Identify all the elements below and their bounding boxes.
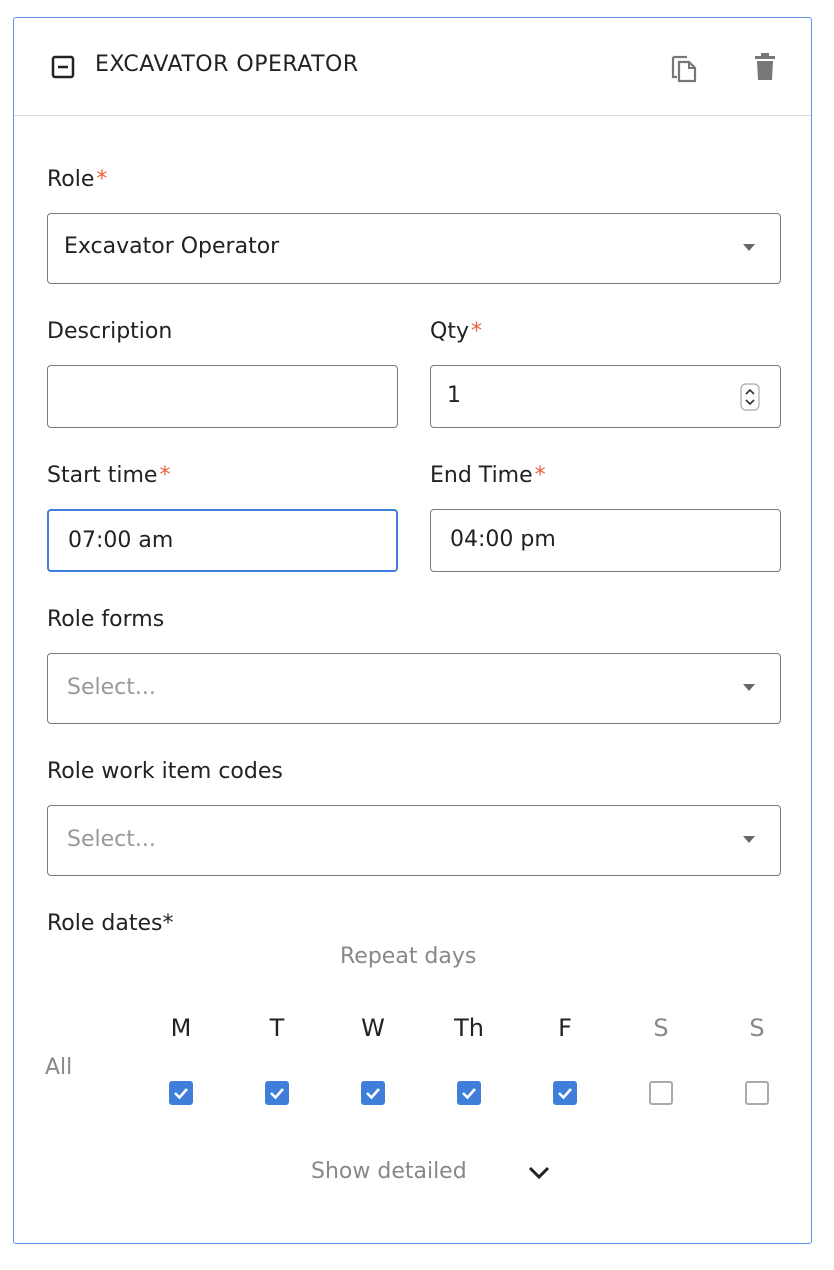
description-label: Description	[47, 319, 173, 344]
checkmark-icon	[558, 1088, 572, 1100]
day-checkbox-5[interactable]	[649, 1081, 673, 1105]
qty-stepper[interactable]: 1	[430, 365, 781, 428]
day-label-4: F	[558, 1014, 572, 1042]
end-time-label: End Time*	[430, 463, 546, 488]
trash-icon[interactable]	[752, 53, 778, 81]
minus-square-icon[interactable]	[51, 55, 75, 79]
required-mark: *	[534, 463, 546, 488]
qty-label-text: Qty	[430, 319, 469, 344]
role-forms-placeholder: Select...	[67, 675, 156, 700]
checkmark-icon	[366, 1088, 380, 1100]
description-input[interactable]	[47, 365, 398, 428]
qty-value: 1	[447, 383, 461, 408]
qty-label: Qty*	[430, 319, 482, 344]
role-dates-label: Role dates*	[47, 911, 174, 936]
all-days-label[interactable]: All	[45, 1055, 72, 1080]
card-title: EXCAVATOR OPERATOR	[95, 52, 359, 77]
role-forms-select[interactable]: Select...	[47, 653, 781, 724]
role-work-item-codes-label: Role work item codes	[47, 759, 283, 784]
day-checkbox-3[interactable]	[457, 1081, 481, 1105]
chevron-down-icon	[743, 244, 755, 251]
role-label-text: Role	[47, 167, 95, 192]
role-work-item-codes-select[interactable]: Select...	[47, 805, 781, 876]
day-checkbox-1[interactable]	[265, 1081, 289, 1105]
checkmark-icon	[462, 1088, 476, 1100]
day-checkbox-6[interactable]	[745, 1081, 769, 1105]
day-label-6: S	[749, 1014, 765, 1042]
day-label-2: W	[361, 1014, 385, 1042]
day-checkbox-2[interactable]	[361, 1081, 385, 1105]
role-select[interactable]: Excavator Operator	[47, 213, 781, 284]
end-time-input[interactable]: 04:00 pm	[430, 509, 781, 572]
role-select-value: Excavator Operator	[64, 234, 280, 259]
day-label-5: S	[653, 1014, 669, 1042]
start-time-label: Start time*	[47, 463, 170, 488]
chevron-down-icon	[743, 684, 755, 691]
chevron-down-icon[interactable]	[527, 1164, 551, 1180]
day-label-3: Th	[454, 1014, 484, 1042]
day-checkbox-0[interactable]	[169, 1081, 193, 1105]
end-time-value: 04:00 pm	[450, 527, 556, 552]
role-card: EXCAVATOR OPERATOR Role* Excavator Opera…	[13, 17, 812, 1244]
show-detailed-button[interactable]: Show detailed	[311, 1159, 467, 1184]
checkmark-icon	[174, 1088, 188, 1100]
day-checkbox-4[interactable]	[553, 1081, 577, 1105]
day-label-0: M	[170, 1014, 192, 1042]
repeat-days-label: Repeat days	[340, 944, 477, 969]
end-time-label-text: End Time	[430, 463, 533, 488]
start-time-value: 07:00 am	[68, 528, 174, 553]
card-header: EXCAVATOR OPERATOR	[14, 18, 811, 116]
role-forms-label: Role forms	[47, 607, 165, 632]
day-label-1: T	[269, 1014, 285, 1042]
required-mark: *	[96, 167, 108, 192]
required-mark: *	[159, 463, 171, 488]
role-label: Role*	[47, 167, 107, 192]
checkmark-icon	[270, 1088, 284, 1100]
stepper-arrows-icon[interactable]	[740, 383, 760, 411]
role-work-item-codes-placeholder: Select...	[67, 827, 156, 852]
chevron-down-icon	[743, 836, 755, 843]
copy-icon[interactable]	[669, 51, 699, 83]
start-time-label-text: Start time	[47, 463, 158, 488]
required-mark: *	[470, 319, 482, 344]
start-time-input[interactable]: 07:00 am	[47, 509, 398, 572]
